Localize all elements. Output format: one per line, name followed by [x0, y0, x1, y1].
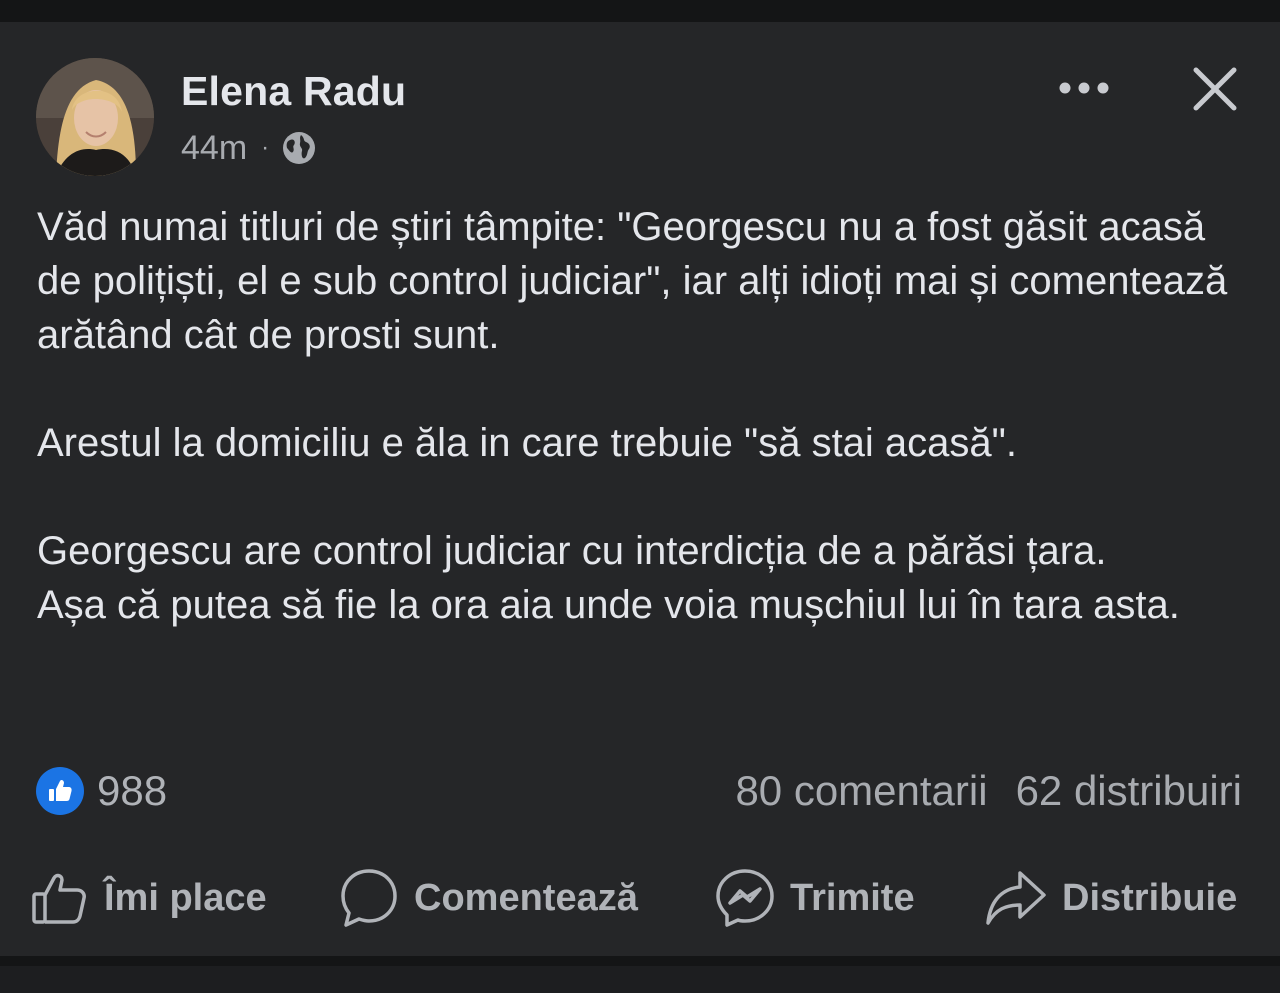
comment-button[interactable]: Comentează: [338, 862, 638, 934]
post-paragraph: Văd numai titluri de știri tâmpite: "Geo…: [37, 205, 1228, 357]
like-reaction-icon: [36, 767, 84, 815]
globe-icon[interactable]: [281, 130, 317, 166]
post-paragraph: Georgescu are control judiciar cu interd…: [37, 529, 1107, 573]
action-bar: Îmi place Comentează Trimite Distribuie: [0, 862, 1280, 934]
like-button[interactable]: Îmi place: [30, 862, 267, 934]
more-horizontal-icon: [1059, 82, 1109, 94]
share-button[interactable]: Distribuie: [984, 862, 1237, 934]
top-edge: [0, 0, 1280, 22]
shares-count[interactable]: 62 distribuiri: [1016, 767, 1242, 815]
avatar[interactable]: [36, 58, 154, 176]
post-time[interactable]: 44m: [181, 129, 247, 168]
send-label: Trimite: [790, 876, 915, 919]
thumbs-up-icon: [30, 868, 90, 928]
close-icon: [1193, 67, 1237, 111]
post-meta: 44m ·: [181, 128, 317, 168]
share-arrow-icon: [984, 867, 1048, 929]
meta-separator: ·: [261, 134, 270, 161]
reactions-summary[interactable]: 988: [36, 766, 167, 816]
send-button[interactable]: Trimite: [714, 862, 915, 934]
post-paragraph: Arestul la domiciliu e ăla in care trebu…: [37, 421, 1017, 465]
post-text: Văd numai titluri de știri tâmpite: "Geo…: [37, 200, 1252, 632]
more-options-button[interactable]: [1054, 70, 1114, 106]
engagement-stats: 80 comentarii 62 distribuiri: [735, 766, 1242, 816]
share-label: Distribuie: [1062, 876, 1238, 919]
comment-label: Comentează: [414, 876, 638, 919]
bottom-edge: [0, 956, 1280, 993]
like-label: Îmi place: [104, 876, 267, 919]
comments-count[interactable]: 80 comentarii: [735, 767, 987, 815]
avatar-photo: [36, 58, 154, 176]
author-name[interactable]: Elena Radu: [181, 68, 406, 115]
close-button[interactable]: [1186, 60, 1244, 118]
reaction-count: 988: [97, 767, 168, 814]
messenger-icon: [714, 867, 776, 929]
comment-icon: [338, 867, 400, 929]
post-paragraph: Așa că putea să fie la ora aia unde voia…: [37, 583, 1180, 627]
